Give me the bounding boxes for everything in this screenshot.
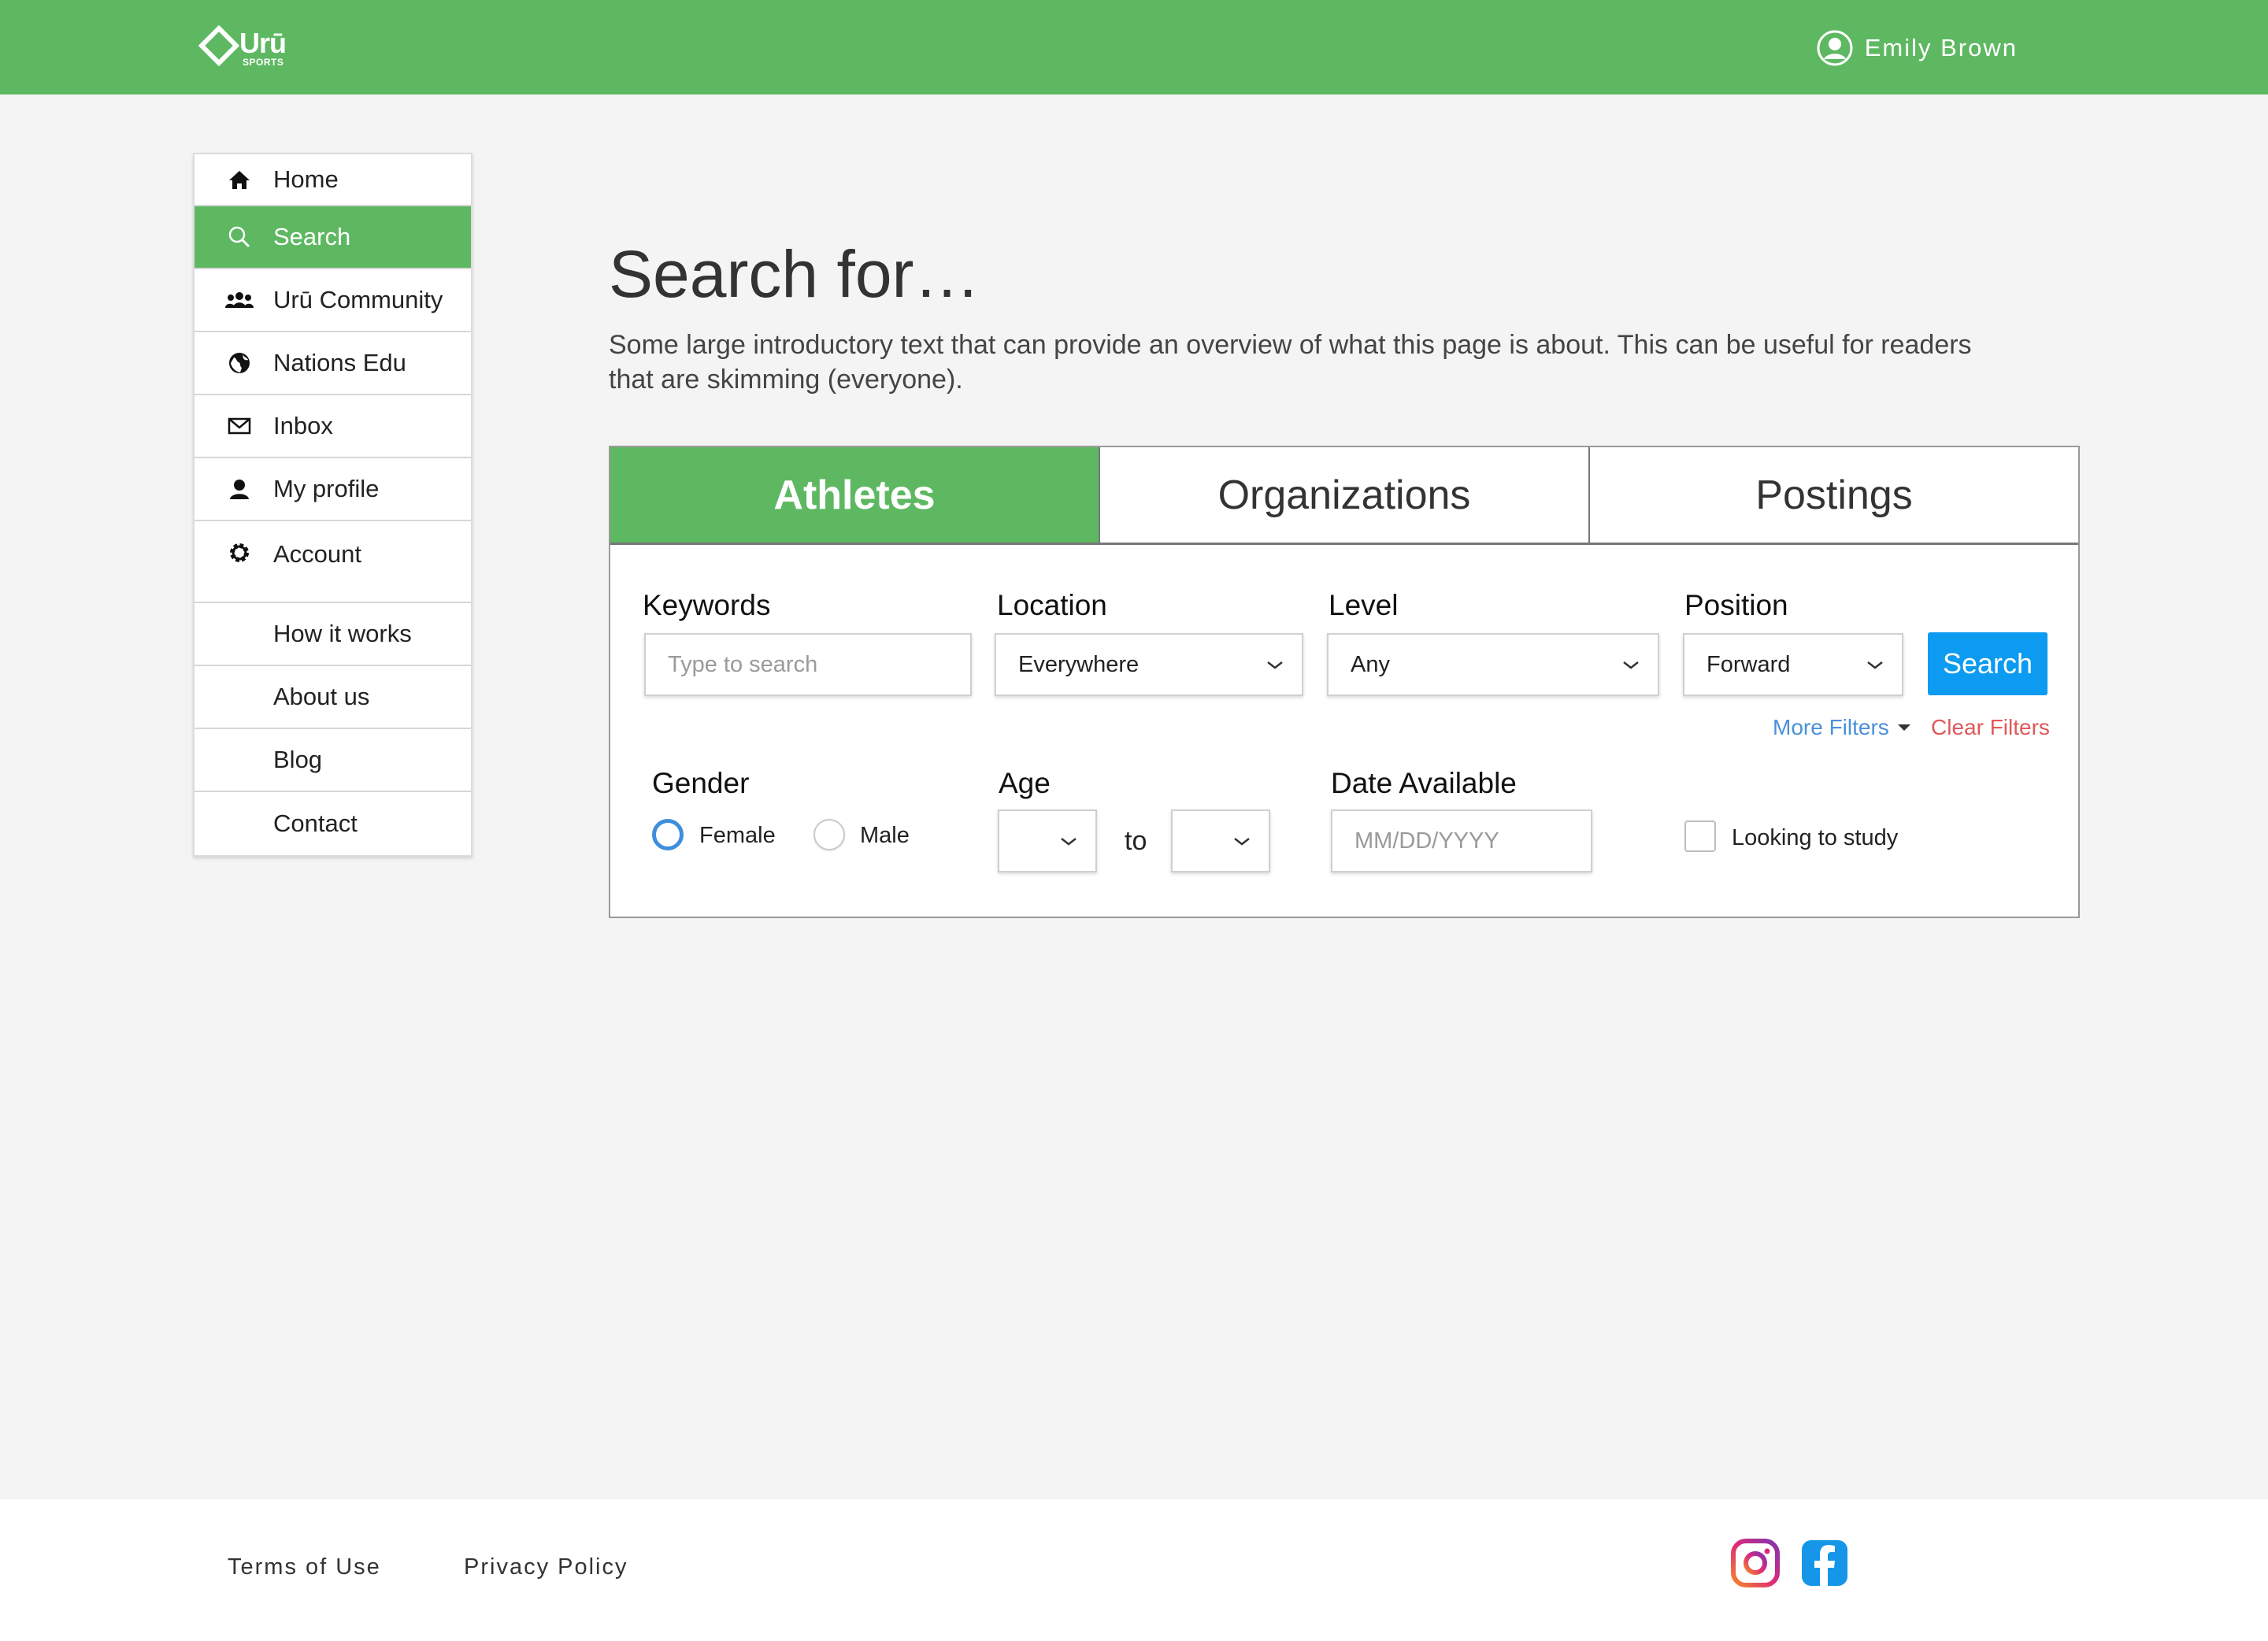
looking-to-study-label[interactable]: Looking to study bbox=[1732, 825, 1898, 851]
gender-female-radio[interactable] bbox=[652, 819, 684, 850]
level-label: Level bbox=[1329, 589, 1399, 621]
sidebar-item-nations-edu[interactable]: Nations Edu bbox=[195, 332, 471, 395]
tab-organizations[interactable]: Organizations bbox=[1100, 447, 1590, 543]
sidebar-item-label: How it works bbox=[273, 620, 412, 647]
sidebar-item-about-us[interactable]: About us bbox=[195, 666, 471, 729]
community-icon bbox=[195, 287, 273, 313]
user-avatar-icon bbox=[1817, 30, 1853, 66]
chevron-down-icon bbox=[1061, 838, 1077, 846]
age-to-label: to bbox=[1125, 826, 1147, 856]
search-icon bbox=[195, 224, 273, 250]
sidebar-item-how-it-works[interactable]: How it works bbox=[195, 603, 471, 666]
user-menu[interactable]: Emily Brown bbox=[1816, 28, 2018, 68]
sidebar-item-search[interactable]: Search bbox=[195, 206, 471, 269]
logo-diamond-icon bbox=[198, 25, 239, 66]
sidebar-item-label: Nations Edu bbox=[273, 349, 406, 376]
caret-down-icon bbox=[1897, 724, 1910, 731]
keywords-input[interactable]: Type to search bbox=[644, 633, 972, 696]
date-available-label: Date Available bbox=[1331, 767, 1517, 799]
sidebar-item-label: Home bbox=[273, 165, 339, 193]
location-select[interactable]: Everywhere bbox=[995, 633, 1303, 696]
sidebar-item-contact[interactable]: Contact bbox=[195, 792, 471, 855]
gender-male-radio[interactable] bbox=[813, 819, 845, 850]
sidebar-item-my-profile[interactable]: My profile bbox=[195, 458, 471, 521]
sidebar-item-uru-community[interactable]: Urū Community bbox=[195, 269, 471, 332]
chevron-down-icon bbox=[1867, 661, 1883, 669]
date-available-input[interactable]: MM/DD/YYYY bbox=[1331, 809, 1592, 872]
sidebar-item-home[interactable]: Home bbox=[195, 154, 471, 206]
envelope-icon bbox=[195, 413, 273, 439]
position-label: Position bbox=[1684, 589, 1788, 621]
position-value: Forward bbox=[1707, 651, 1791, 677]
sidebar-item-label: About us bbox=[273, 683, 370, 710]
logo-subtitle: SPORTS bbox=[243, 57, 284, 68]
footer: Terms of Use Privacy Policy bbox=[0, 1499, 2268, 1641]
uru-sports-logo[interactable]: Urū SPORTS bbox=[198, 22, 309, 72]
sidebar-item-label: Contact bbox=[273, 809, 358, 837]
sidebar-item-blog[interactable]: Blog bbox=[195, 729, 471, 792]
top-navbar: Urū SPORTS Emily Brown bbox=[0, 0, 2268, 94]
logo-word: Urū bbox=[239, 27, 287, 59]
gender-label: Gender bbox=[652, 767, 750, 799]
privacy-policy-link[interactable]: Privacy Policy bbox=[464, 1554, 628, 1580]
chevron-down-icon bbox=[1623, 661, 1639, 669]
more-filters-link[interactable]: More Filters bbox=[1773, 715, 1911, 740]
gender-male-label[interactable]: Male bbox=[860, 823, 910, 849]
location-value: Everywhere bbox=[1018, 651, 1140, 677]
chevron-down-icon bbox=[1234, 838, 1250, 846]
sidebar-item-inbox[interactable]: Inbox bbox=[195, 395, 471, 458]
level-value: Any bbox=[1351, 651, 1390, 677]
user-name: Emily Brown bbox=[1864, 34, 2018, 61]
age-min-select[interactable] bbox=[998, 809, 1097, 872]
sidebar-item-label: Search bbox=[273, 223, 351, 250]
gear-icon bbox=[195, 540, 273, 565]
sidebar-item-label: My profile bbox=[273, 475, 380, 502]
age-label: Age bbox=[999, 767, 1051, 799]
location-label: Location bbox=[997, 589, 1107, 621]
instagram-icon[interactable] bbox=[1731, 1539, 1780, 1587]
terms-of-use-link[interactable]: Terms of Use bbox=[228, 1554, 381, 1580]
sidebar-item-account[interactable]: Account bbox=[195, 521, 471, 603]
tab-athletes[interactable]: Athletes bbox=[610, 447, 1100, 543]
level-select[interactable]: Any bbox=[1327, 633, 1659, 696]
user-icon bbox=[195, 476, 273, 502]
keywords-label: Keywords bbox=[643, 589, 771, 621]
page-title: Search for… bbox=[609, 237, 980, 311]
home-icon bbox=[195, 167, 273, 192]
sidebar-item-label: Inbox bbox=[273, 412, 333, 439]
position-select[interactable]: Forward bbox=[1683, 633, 1903, 696]
sidebar-item-label: Blog bbox=[273, 746, 323, 773]
tab-postings[interactable]: Postings bbox=[1590, 447, 2078, 543]
gender-female-label[interactable]: Female bbox=[699, 823, 776, 849]
sidebar-item-label: Urū Community bbox=[273, 286, 443, 313]
looking-to-study-checkbox[interactable] bbox=[1684, 820, 1716, 852]
intro-text: Some large introductory text that can pr… bbox=[609, 330, 1972, 395]
globe-icon bbox=[195, 350, 273, 376]
more-filters-label: More Filters bbox=[1773, 715, 1889, 739]
age-max-select[interactable] bbox=[1171, 809, 1270, 872]
facebook-icon[interactable] bbox=[1800, 1539, 1849, 1587]
search-panel: Athletes Organizations Postings Keywords… bbox=[609, 446, 2080, 918]
clear-filters-link[interactable]: Clear Filters bbox=[1931, 715, 2050, 740]
sidebar-item-label: Account bbox=[273, 540, 362, 568]
search-tabs: Athletes Organizations Postings bbox=[610, 447, 2078, 545]
chevron-down-icon bbox=[1267, 661, 1283, 669]
sidebar-nav: Home Search Urū Community Nations Edu In… bbox=[193, 153, 472, 857]
search-button[interactable]: Search bbox=[1928, 632, 2048, 695]
